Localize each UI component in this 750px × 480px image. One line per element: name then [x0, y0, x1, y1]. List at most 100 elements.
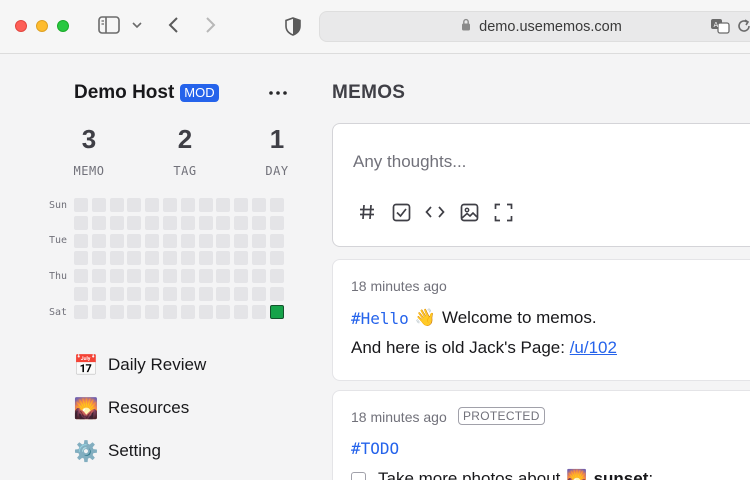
- heatmap-cell[interactable]: [91, 269, 106, 284]
- heatmap-cell[interactable]: [180, 233, 195, 248]
- heatmap-cell[interactable]: [145, 286, 160, 301]
- heatmap-cell[interactable]: [180, 215, 195, 230]
- heatmap-cell[interactable]: [269, 286, 284, 301]
- heatmap-cell[interactable]: [109, 269, 124, 284]
- heatmap-cell[interactable]: [198, 198, 213, 212]
- heatmap-cell[interactable]: [74, 198, 88, 212]
- heatmap-cell[interactable]: [251, 251, 266, 266]
- heatmap-cell[interactable]: [269, 215, 284, 230]
- heatmap-cell[interactable]: [251, 233, 266, 248]
- heatmap-cell[interactable]: [269, 233, 284, 248]
- heatmap-cell[interactable]: [109, 215, 124, 230]
- user-page-link[interactable]: /u/102: [570, 338, 617, 358]
- heatmap-cell[interactable]: [162, 198, 177, 212]
- heatmap-cell[interactable]: [162, 251, 177, 266]
- image-icon[interactable]: [459, 201, 479, 223]
- memo-tag[interactable]: #TODO: [351, 439, 399, 458]
- more-options-button[interactable]: [266, 82, 290, 104]
- stat-tag[interactable]: 2 TAG: [170, 124, 200, 178]
- heatmap-cell[interactable]: [198, 233, 213, 248]
- heatmap-cell[interactable]: [180, 198, 195, 212]
- address-bar[interactable]: demo.usememos.com: [319, 11, 750, 42]
- heatmap-cell[interactable]: [74, 215, 88, 230]
- minimize-window-button[interactable]: [36, 20, 48, 32]
- heatmap-cell[interactable]: [251, 215, 266, 230]
- heatmap-cell[interactable]: [162, 269, 177, 284]
- close-window-button[interactable]: [15, 20, 27, 32]
- heatmap-cell[interactable]: [74, 233, 88, 248]
- heatmap-cell[interactable]: [198, 269, 213, 284]
- heatmap-cell[interactable]: [216, 215, 231, 230]
- heatmap-cell[interactable]: [145, 251, 160, 266]
- stat-memo[interactable]: 3 MEMO: [68, 124, 110, 178]
- chevron-down-icon[interactable]: [130, 17, 144, 33]
- heatmap-cell[interactable]: [234, 269, 249, 284]
- heatmap-cell[interactable]: [162, 215, 177, 230]
- nav-setting[interactable]: ⚙️ Setting: [74, 439, 161, 463]
- heatmap-cell[interactable]: [269, 269, 284, 284]
- heatmap-cell[interactable]: [216, 198, 231, 212]
- heatmap-cell[interactable]: [234, 198, 249, 212]
- heatmap-cell[interactable]: [109, 304, 124, 319]
- memo-tag[interactable]: #Hello: [351, 309, 409, 328]
- heatmap-cell[interactable]: [127, 269, 142, 284]
- heatmap-cell[interactable]: [198, 215, 213, 230]
- heatmap-cell[interactable]: [127, 215, 142, 230]
- heatmap-cell[interactable]: [234, 286, 249, 301]
- task-checkbox[interactable]: [351, 471, 366, 480]
- heatmap-cell[interactable]: [74, 269, 88, 284]
- heatmap-cell[interactable]: [109, 198, 124, 212]
- heatmap-cell[interactable]: [234, 251, 249, 266]
- heatmap-cell[interactable]: [145, 198, 160, 212]
- heatmap-cell[interactable]: [269, 198, 284, 212]
- heatmap-cell[interactable]: [145, 215, 160, 230]
- heatmap-cell[interactable]: [180, 251, 195, 266]
- heatmap-cell[interactable]: [127, 251, 142, 266]
- stat-day[interactable]: 1 DAY: [262, 124, 292, 178]
- heatmap-cell[interactable]: [216, 251, 231, 266]
- heatmap-cell[interactable]: [74, 251, 88, 266]
- heatmap-cell[interactable]: [91, 215, 106, 230]
- heatmap-cell[interactable]: [251, 198, 266, 212]
- heatmap-cell[interactable]: [145, 269, 160, 284]
- checkbox-icon[interactable]: [391, 201, 411, 223]
- memo-card[interactable]: 18 minutes ago #Hello 👋 Welcome to memos…: [332, 259, 750, 381]
- memo-editor[interactable]: Any thoughts...: [332, 123, 750, 247]
- heatmap-cell[interactable]: [234, 233, 249, 248]
- heatmap-cell[interactable]: [74, 304, 88, 319]
- heatmap-cell[interactable]: [216, 304, 231, 319]
- heatmap-cell[interactable]: [91, 233, 106, 248]
- heatmap-cell[interactable]: [180, 269, 195, 284]
- code-icon[interactable]: [425, 201, 445, 223]
- heatmap-cell[interactable]: [251, 286, 266, 301]
- heatmap-cell[interactable]: [216, 233, 231, 248]
- heatmap-cell[interactable]: [91, 198, 106, 212]
- heatmap-cell[interactable]: [109, 286, 124, 301]
- heatmap-cell[interactable]: [198, 286, 213, 301]
- heatmap-cell[interactable]: [109, 233, 124, 248]
- nav-resources[interactable]: 🌄 Resources: [74, 396, 190, 420]
- heatmap-cell[interactable]: [180, 304, 195, 319]
- heatmap-cell[interactable]: [198, 304, 213, 319]
- heatmap-cell[interactable]: [251, 304, 266, 319]
- privacy-shield-icon[interactable]: [283, 15, 303, 37]
- hashtag-icon[interactable]: [357, 201, 377, 223]
- heatmap-cell[interactable]: [162, 233, 177, 248]
- heatmap-cell[interactable]: [91, 304, 106, 319]
- heatmap-cell[interactable]: [234, 215, 249, 230]
- heatmap-cell[interactable]: [127, 233, 142, 248]
- heatmap-cell[interactable]: [269, 304, 284, 319]
- heatmap-cell[interactable]: [127, 304, 142, 319]
- heatmap-cell[interactable]: [145, 233, 160, 248]
- memo-input[interactable]: Any thoughts...: [353, 152, 466, 172]
- memo-card[interactable]: 18 minutes ago PROTECTED #TODO Take more…: [332, 390, 750, 480]
- heatmap-cell[interactable]: [216, 286, 231, 301]
- fullscreen-icon[interactable]: [493, 201, 513, 223]
- heatmap-cell[interactable]: [198, 251, 213, 266]
- translate-icon[interactable]: A: [710, 17, 730, 35]
- nav-daily-review[interactable]: 📅 Daily Review: [74, 353, 207, 377]
- zoom-window-button[interactable]: [57, 20, 69, 32]
- heatmap-cell[interactable]: [234, 304, 249, 319]
- forward-arrow-icon[interactable]: [201, 14, 221, 36]
- heatmap-cell[interactable]: [91, 251, 106, 266]
